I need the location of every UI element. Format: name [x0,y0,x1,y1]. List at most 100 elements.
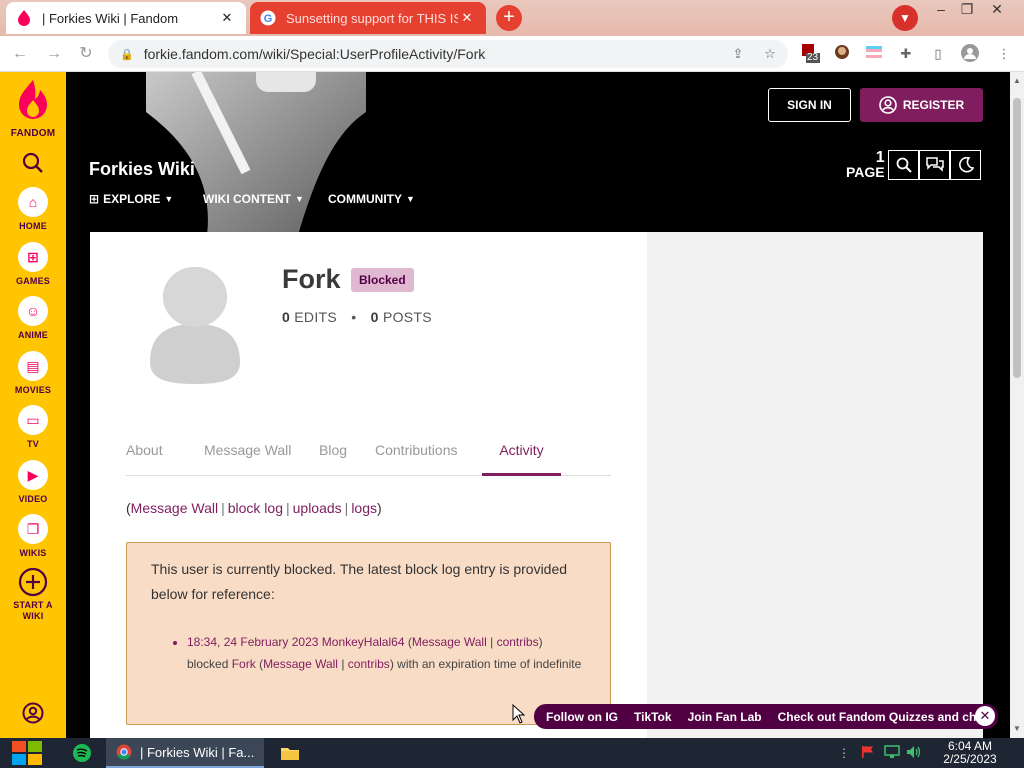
anime-face-icon: ☺ [18,296,48,326]
user-circle-icon [879,96,897,114]
sidebar-item-games[interactable]: ⊞ GAMES [0,242,66,286]
sidebar-item-video[interactable]: ▶ VIDEO [0,460,66,504]
sidebar-item-label: HOME [19,221,47,231]
puzzle-extensions-icon[interactable]: ✚ [896,44,916,64]
volume-icon[interactable] [906,745,922,761]
tab-search-chevron-icon[interactable]: ▼ [892,5,918,31]
sign-in-button[interactable]: SIGN IN [768,88,851,122]
logs-link[interactable]: logs [351,500,377,516]
quizzes-link[interactable]: Check out Fandom Quizzes and cha [778,710,983,724]
sidebar-item-movies[interactable]: ▤ MOVIES [0,351,66,395]
register-button[interactable]: REGISTER [860,88,983,122]
fandom-logo[interactable]: FANDOM [0,78,66,139]
nav-explore[interactable]: ⊞ EXPLORE ▼ [89,192,173,206]
address-bar[interactable]: 🔒 forkie.fandom.com/wiki/Special:UserPro… [108,40,788,68]
uploads-link[interactable]: uploads [293,500,342,516]
header-search-button[interactable] [888,150,919,180]
tab-close-icon[interactable]: ✕ [218,10,236,26]
sidebar-user[interactable] [0,702,66,726]
block-log-list: 18:34, 24 February 2023 MonkeyHalal64 (M… [187,631,586,675]
network-icon[interactable] [884,745,900,761]
page-count-label: PAGE [846,164,885,180]
sidebar-item-start-a-wiki[interactable]: START A WIKI [0,567,66,622]
tab-contributions[interactable]: Contributions [375,442,458,476]
tab-sunsetting-support[interactable]: G Sunsetting support for THIS IS ✕ [250,2,486,34]
scrollbar-thumb[interactable] [1013,98,1021,378]
block-notice: This user is currently blocked. The late… [126,542,611,725]
url-text: forkie.fandom.com/wiki/Special:UserProfi… [143,46,486,62]
scroll-up-icon[interactable]: ▲ [1010,74,1024,88]
taskbar-window-title: | Forkies Wiki | Fa... [140,744,255,760]
side-panel-icon[interactable]: ▯ [928,44,948,64]
fandom-logo-label: FANDOM [10,128,56,139]
block-log-entry: 18:34, 24 February 2023 MonkeyHalal64 (M… [187,631,586,675]
action-center-flag-icon[interactable] [860,745,876,761]
scroll-down-icon[interactable]: ▼ [1010,722,1024,736]
profile-extension-icon[interactable] [832,44,852,64]
close-icon[interactable]: ✕ [975,706,995,726]
tab-about[interactable]: About [126,442,163,476]
clapperboard-icon: ▤ [18,351,48,381]
sidebar-item-anime[interactable]: ☺ ANIME [0,296,66,340]
fandom-global-nav: FANDOM ⌂ HOME ⊞ GAMES ☺ ANIME ▤ MOVIES ▭… [0,72,66,738]
nav-label: COMMUNITY [328,192,402,206]
account-icon[interactable] [960,44,980,64]
message-wall-link[interactable]: Message Wall [131,500,218,516]
extension-badge-icon[interactable]: 23 [800,44,820,64]
new-tab-button[interactable]: + [496,5,522,31]
blocked-user-link[interactable]: Fork [232,657,256,671]
fan-lab-link[interactable]: Join Fan Lab [688,710,762,724]
menu-kebab-icon[interactable]: ⋮ [994,44,1014,64]
wiki-title[interactable]: Forkies Wiki [89,159,195,180]
file-explorer-icon[interactable] [280,743,300,763]
fandom-flame-icon [19,80,47,119]
block-log-link[interactable]: block log [228,500,283,516]
admin-contribs-link[interactable]: contribs [497,635,539,649]
page-scrollbar[interactable]: ▲ ▼ [1010,72,1024,738]
tab-close-icon[interactable]: ✕ [458,10,476,26]
nav-label: WIKI CONTENT [203,192,291,206]
tab-forkies-wiki[interactable]: | Forkies Wiki | Fandom ✕ [6,2,246,34]
back-arrow-icon[interactable]: ← [8,42,32,66]
tab-activity[interactable]: Activity [482,442,561,476]
tray-overflow-icon[interactable]: ⋮ [836,745,852,761]
user-message-wall-link[interactable]: Message Wall [263,657,338,671]
system-clock[interactable]: 6:04 AM 2/25/2023 [930,740,1010,766]
sidebar-search[interactable] [0,152,66,176]
block-timestamp-link[interactable]: 18:34, 24 February 2023 [187,635,318,649]
tab-blog[interactable]: Blog [319,442,347,476]
edits-label[interactable]: EDITS [294,309,337,325]
bookmark-star-icon[interactable]: ☆ [760,44,780,64]
spotify-icon[interactable] [72,743,92,763]
admin-message-wall-link[interactable]: Message Wall [412,635,487,649]
window-close-icon[interactable]: ✕ [982,0,1012,20]
forward-arrow-icon[interactable]: → [42,42,66,66]
flag-extension-icon[interactable] [864,44,884,64]
sidebar-item-home[interactable]: ⌂ HOME [0,187,66,231]
sidebar-item-tv[interactable]: ▭ TV [0,405,66,449]
tiktok-link[interactable]: TikTok [634,710,672,724]
restore-icon[interactable]: ❐ [952,0,982,20]
browser-toolbar: ← → ↻ 🔒 forkie.fandom.com/wiki/Special:U… [0,36,1024,72]
page-background-strip [983,232,1010,738]
wiki-header: SIGN IN REGISTER Forkies Wiki ⊞ EXPLORE … [66,72,1010,232]
discussions-button[interactable] [919,150,950,180]
share-icon[interactable]: ⇪ [728,44,748,64]
taskbar-chrome-window[interactable]: | Forkies Wiki | Fa... [106,738,264,768]
block-notice-intro: This user is currently blocked. The late… [151,561,568,602]
posts-label[interactable]: POSTS [383,309,432,325]
sidebar-item-wikis[interactable]: ❐ WIKIS [0,514,66,558]
blocking-admin-link[interactable]: MonkeyHalal64 [322,635,405,649]
nav-wiki-content[interactable]: WIKI CONTENT ▼ [203,192,304,206]
plus-circle-icon [18,567,48,597]
book-open-icon: ⊞ [89,192,100,206]
reload-icon[interactable]: ↻ [74,42,98,66]
nav-community[interactable]: COMMUNITY ▼ [328,192,415,206]
windows-start-icon[interactable] [10,739,44,767]
tab-message-wall[interactable]: Message Wall [204,442,291,476]
user-contribs-link[interactable]: contribs [348,657,390,671]
register-label: REGISTER [902,98,965,112]
follow-ig-link[interactable]: Follow on IG [546,710,618,724]
theme-toggle-button[interactable] [950,150,981,180]
page-count-number: 1 [875,149,885,166]
